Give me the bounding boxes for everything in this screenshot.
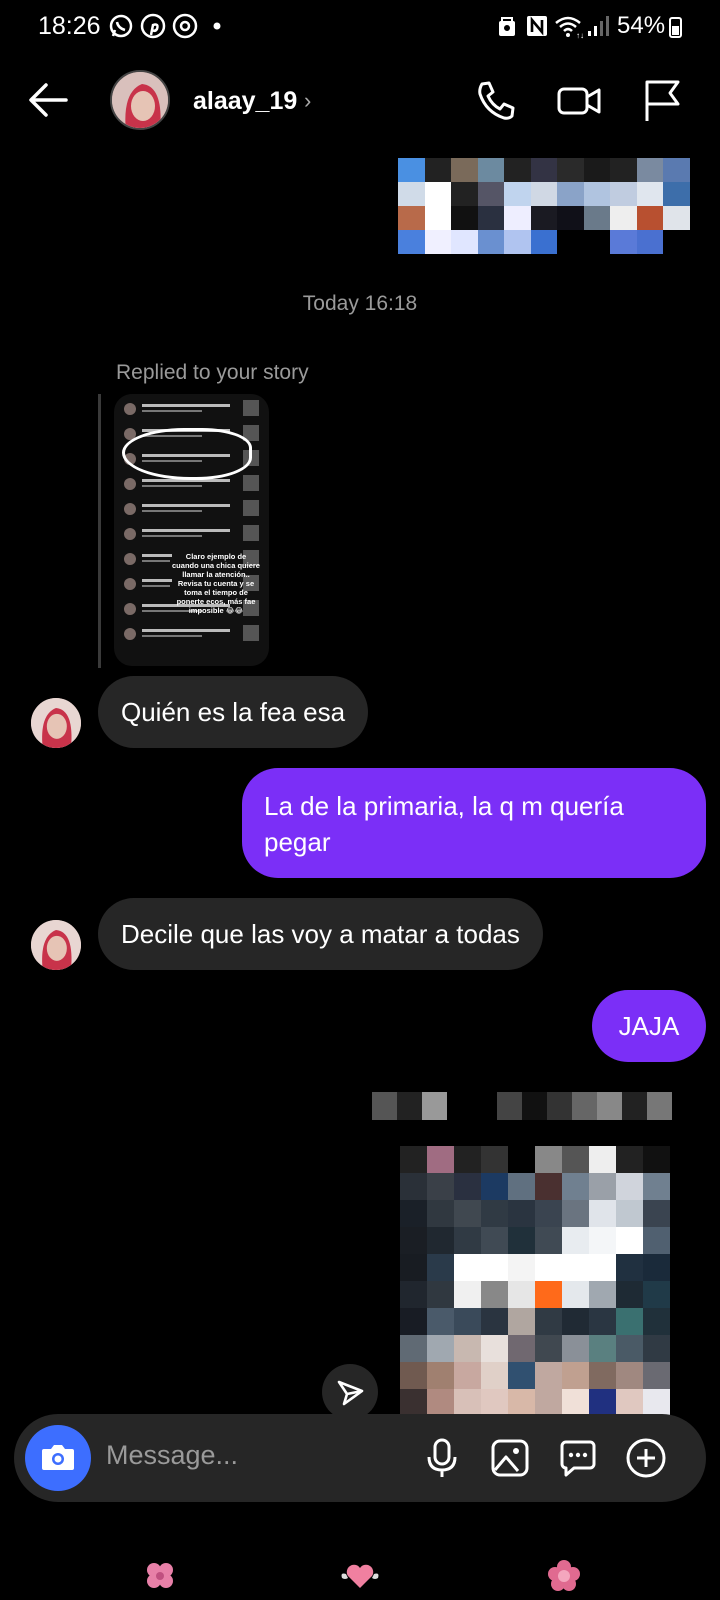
- gallery-icon[interactable]: [488, 1436, 532, 1480]
- winged-heart-icon[interactable]: [340, 1558, 380, 1594]
- story-caption: Claro ejemplo de cuando una chica quiere…: [172, 552, 260, 615]
- avatar[interactable]: [110, 70, 170, 130]
- nfc-icon: [527, 16, 547, 36]
- profile-photo: [112, 72, 168, 128]
- message-bubble-outgoing[interactable]: JAJA: [592, 990, 706, 1062]
- message-bubble-outgoing[interactable]: La de la primaria, la q m quería pegar: [242, 768, 706, 878]
- chat-header: alaay_19 ›: [0, 60, 720, 146]
- sender-avatar[interactable]: [31, 920, 81, 970]
- story-preview[interactable]: Claro ejemplo de cuando una chica quiere…: [114, 394, 269, 666]
- wifi-icon: ↑↓: [555, 16, 584, 39]
- censored-image-caption: [372, 1092, 672, 1120]
- battery-level: 54%: [617, 12, 666, 39]
- profile-photo: [31, 698, 81, 748]
- send-arrow-icon: [337, 1380, 364, 1406]
- clock: 18:26: [38, 12, 101, 40]
- profile-photo: [31, 920, 81, 970]
- whatsapp-icon: [109, 14, 133, 38]
- story-row: [120, 500, 263, 518]
- status-bar: 18:26 ↑↓ 54%: [0, 0, 720, 54]
- message-composer: Message...: [14, 1414, 706, 1502]
- story-row: [120, 400, 263, 418]
- lock-recycle-icon: [499, 17, 515, 36]
- signal-icon: [588, 16, 609, 36]
- story-scribble: [122, 428, 252, 480]
- timestamp: Today 16:18: [302, 292, 418, 315]
- censored-image-top: [398, 158, 690, 254]
- phone-icon[interactable]: [472, 78, 518, 124]
- microphone-icon[interactable]: [420, 1436, 464, 1480]
- back-arrow-icon[interactable]: [26, 80, 70, 120]
- replied-story-label: Replied to your story: [116, 361, 309, 384]
- threads-icon: [172, 13, 198, 39]
- flower-pink-icon[interactable]: [544, 1558, 584, 1594]
- sender-avatar[interactable]: [31, 698, 81, 748]
- video-camera-icon[interactable]: [556, 78, 602, 124]
- dot-icon: [213, 22, 221, 30]
- camera-icon: [42, 1445, 74, 1470]
- flower-sticker-icon[interactable]: [140, 1558, 180, 1594]
- share-button[interactable]: [322, 1364, 378, 1420]
- story-row: [120, 525, 263, 543]
- reply-indicator-line: [98, 394, 101, 668]
- message-bubble-incoming[interactable]: Quién es la fea esa: [98, 676, 369, 748]
- plus-circle-icon[interactable]: [624, 1436, 668, 1480]
- pinterest-icon: [140, 13, 166, 39]
- chevron-right-icon[interactable]: ›: [304, 88, 311, 114]
- story-row: [120, 625, 263, 643]
- message-input[interactable]: Message...: [106, 1440, 238, 1471]
- chat-username[interactable]: alaay_19: [193, 87, 297, 116]
- sticker-chat-icon[interactable]: [556, 1436, 600, 1480]
- svg-text:↑↓: ↑↓: [576, 31, 584, 39]
- camera-button[interactable]: [25, 1425, 91, 1491]
- battery-icon: [669, 17, 682, 38]
- message-bubble-incoming[interactable]: Decile que las voy a matar a todas: [98, 898, 543, 970]
- censored-image-bottom: [400, 1146, 670, 1416]
- flag-icon[interactable]: [640, 78, 686, 124]
